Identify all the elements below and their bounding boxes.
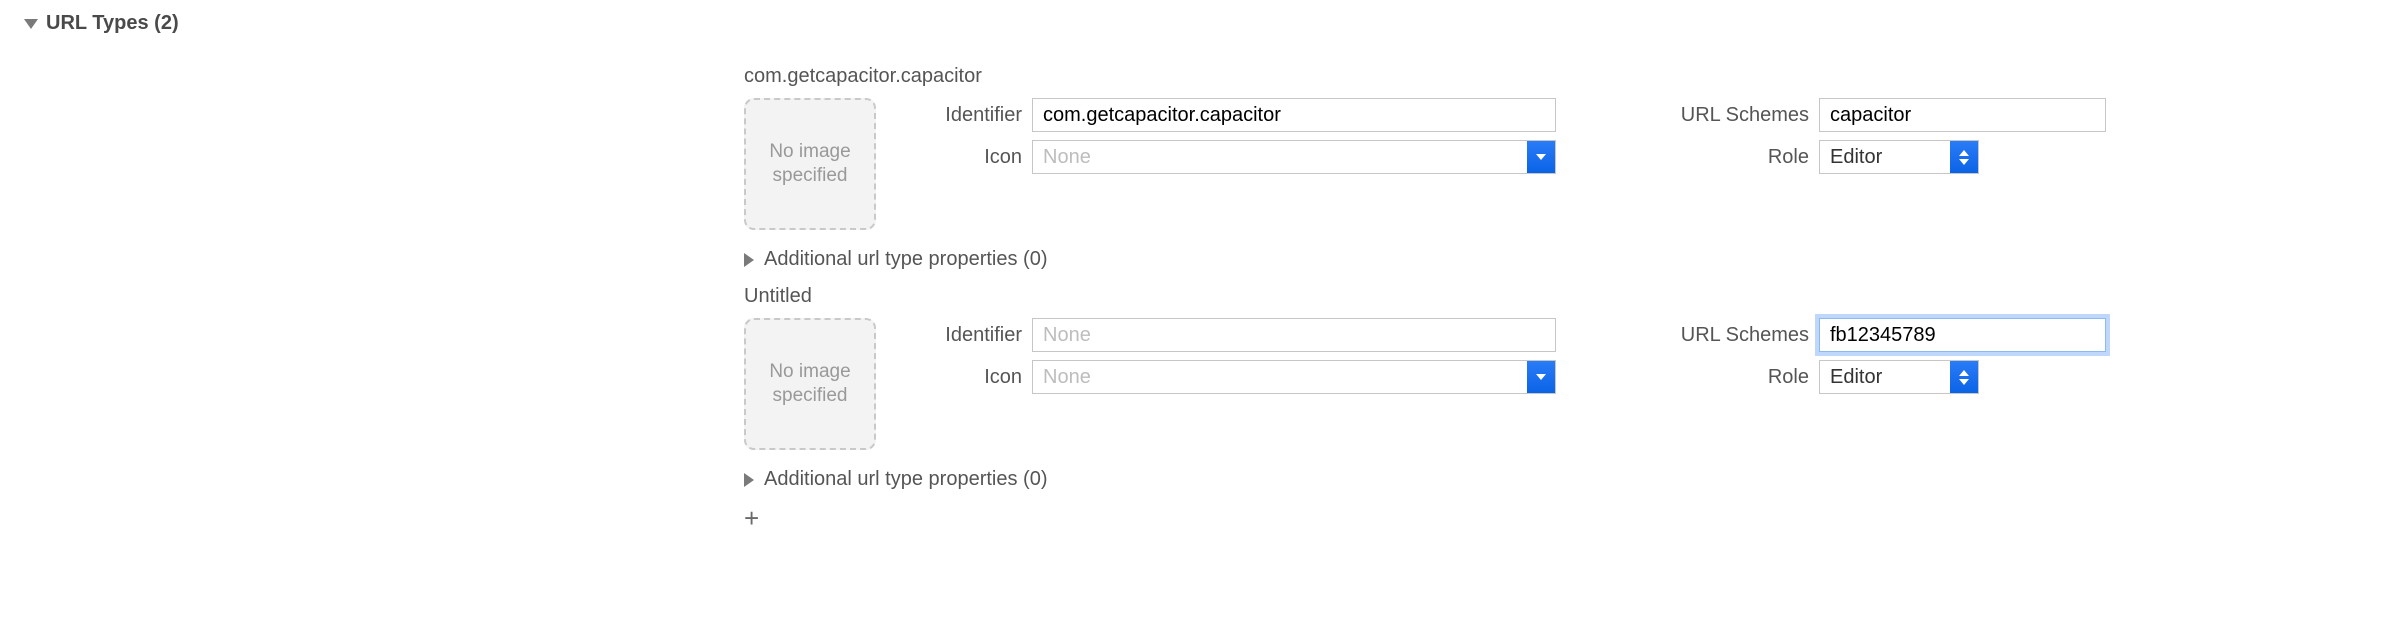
plus-icon: + [744,503,759,533]
identifier-input[interactable] [1032,98,1556,132]
image-well[interactable]: No image specified [744,318,876,450]
url-schemes-input[interactable] [1819,318,2106,352]
chevron-down-icon [1527,141,1555,173]
url-schemes-label: URL Schemes [1609,324,1809,347]
icon-combobox-value: None [1033,366,1527,389]
additional-properties-label: Additional url type properties (0) [764,248,1047,271]
section-body: com.getcapacitor.capacitor No image spec… [744,65,2360,531]
icon-label: Icon [894,366,1022,389]
identifier-label: Identifier [894,104,1022,127]
role-popup-value: Editor [1820,366,1950,389]
icon-combobox[interactable]: None [1032,140,1556,174]
identifier-input[interactable] [1032,318,1556,352]
url-types-section: URL Types (2) com.getcapacitor.capacitor… [0,0,2384,555]
disclosure-triangle-down-icon [24,19,38,29]
additional-properties-label: Additional url type properties (0) [764,468,1047,491]
role-label: Role [1609,366,1809,389]
additional-properties-disclosure[interactable]: Additional url type properties (0) [744,248,2360,271]
entry-title: Untitled [744,285,2360,308]
disclosure-triangle-right-icon [744,473,754,487]
role-popup[interactable]: Editor [1819,140,1979,174]
icon-label: Icon [894,146,1022,169]
add-url-type-button[interactable]: + [744,505,2360,531]
role-label: Role [1609,146,1809,169]
no-image-label: No image specified [754,140,866,188]
url-type-entry: Untitled No image specified Identifier I… [744,285,2360,491]
chevron-down-icon [1527,361,1555,393]
icon-combobox[interactable]: None [1032,360,1556,394]
image-well[interactable]: No image specified [744,98,876,230]
popup-arrows-icon [1950,361,1978,393]
url-schemes-input[interactable] [1819,98,2106,132]
url-schemes-label: URL Schemes [1609,104,1809,127]
entry-title: com.getcapacitor.capacitor [744,65,2360,88]
no-image-label: No image specified [754,360,866,408]
section-header[interactable]: URL Types (2) [24,12,2360,35]
icon-combobox-value: None [1033,146,1527,169]
disclosure-triangle-right-icon [744,253,754,267]
role-popup-value: Editor [1820,146,1950,169]
popup-arrows-icon [1950,141,1978,173]
role-popup[interactable]: Editor [1819,360,1979,394]
additional-properties-disclosure[interactable]: Additional url type properties (0) [744,468,2360,491]
section-title: URL Types (2) [46,12,179,35]
identifier-label: Identifier [894,324,1022,347]
url-type-entry: com.getcapacitor.capacitor No image spec… [744,65,2360,271]
